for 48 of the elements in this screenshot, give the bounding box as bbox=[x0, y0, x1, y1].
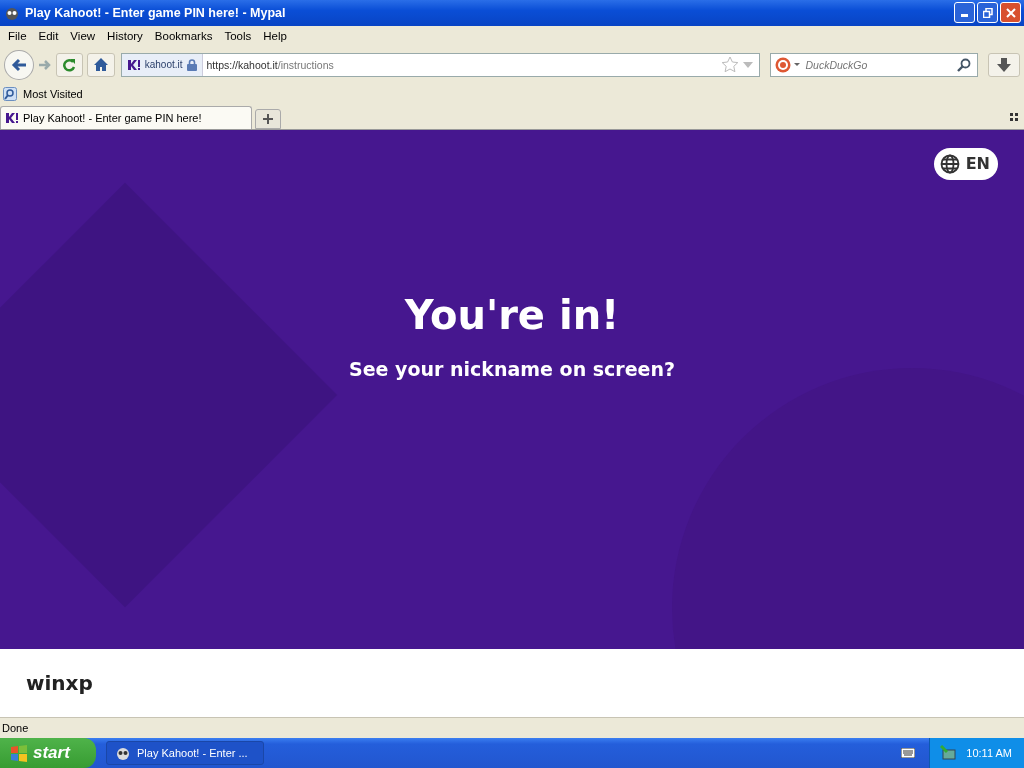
restore-icon bbox=[982, 8, 993, 18]
menu-item[interactable]: File bbox=[2, 29, 33, 42]
status-text: Done bbox=[2, 722, 29, 734]
back-button[interactable] bbox=[4, 49, 34, 80]
download-arrow-icon bbox=[997, 57, 1012, 72]
app-icon bbox=[115, 745, 131, 761]
keyboard-icon[interactable] bbox=[901, 748, 916, 758]
site-logo-icon bbox=[5, 111, 19, 124]
lock-icon bbox=[186, 58, 197, 71]
close-icon bbox=[1005, 8, 1016, 18]
menu-item[interactable]: Tools bbox=[218, 29, 258, 42]
search-icon[interactable] bbox=[957, 57, 972, 72]
browser-tab[interactable]: Play Kahoot! - Enter game PIN here! bbox=[0, 105, 252, 129]
restore-button[interactable] bbox=[977, 2, 998, 24]
close-button[interactable] bbox=[1000, 2, 1021, 24]
nickname: winxp bbox=[26, 671, 93, 696]
star-icon[interactable] bbox=[721, 56, 740, 74]
reload-button[interactable] bbox=[55, 52, 84, 77]
home-button[interactable] bbox=[87, 52, 115, 77]
folder-icon bbox=[3, 87, 17, 102]
url-text: https://kahoot.it/instructions bbox=[206, 58, 335, 71]
menu-item[interactable]: History bbox=[101, 29, 149, 42]
address-field[interactable]: kahoot.it https://kahoot.it/instructions bbox=[120, 52, 761, 77]
menu-item[interactable]: Bookmarks bbox=[148, 29, 219, 42]
tab-list-icon[interactable] bbox=[1010, 112, 1018, 121]
new-tab-button[interactable] bbox=[255, 108, 281, 129]
subheading: See your nickname on screen? bbox=[348, 357, 676, 380]
taskbar-button[interactable]: Play Kahoot! - Enter ... bbox=[106, 741, 264, 765]
menu-item[interactable]: Edit bbox=[32, 29, 65, 42]
reload-icon bbox=[62, 57, 77, 72]
window-title: Play Kahoot! - Enter game PIN here! - Mypal bbox=[25, 6, 287, 20]
plus-icon bbox=[263, 113, 273, 124]
heading: You're in! bbox=[404, 291, 620, 338]
clock: 10:11 AM bbox=[966, 747, 1012, 759]
site-logo-icon bbox=[126, 58, 141, 71]
downloads-button[interactable] bbox=[988, 52, 1020, 77]
globe-icon bbox=[939, 153, 960, 174]
back-arrow-icon bbox=[10, 57, 27, 72]
bookmark-item[interactable]: Most Visited bbox=[3, 87, 83, 102]
language-button[interactable]: EN bbox=[933, 147, 998, 180]
minimize-button[interactable] bbox=[954, 2, 975, 24]
home-icon bbox=[93, 58, 108, 72]
windows-logo-icon bbox=[10, 744, 28, 762]
menu-item[interactable]: Help bbox=[257, 29, 293, 42]
site-name: kahoot.it bbox=[144, 59, 183, 71]
search-field[interactable]: DuckDuckGo bbox=[770, 52, 979, 77]
app-icon bbox=[4, 5, 20, 21]
menu-item[interactable]: View bbox=[64, 29, 102, 42]
